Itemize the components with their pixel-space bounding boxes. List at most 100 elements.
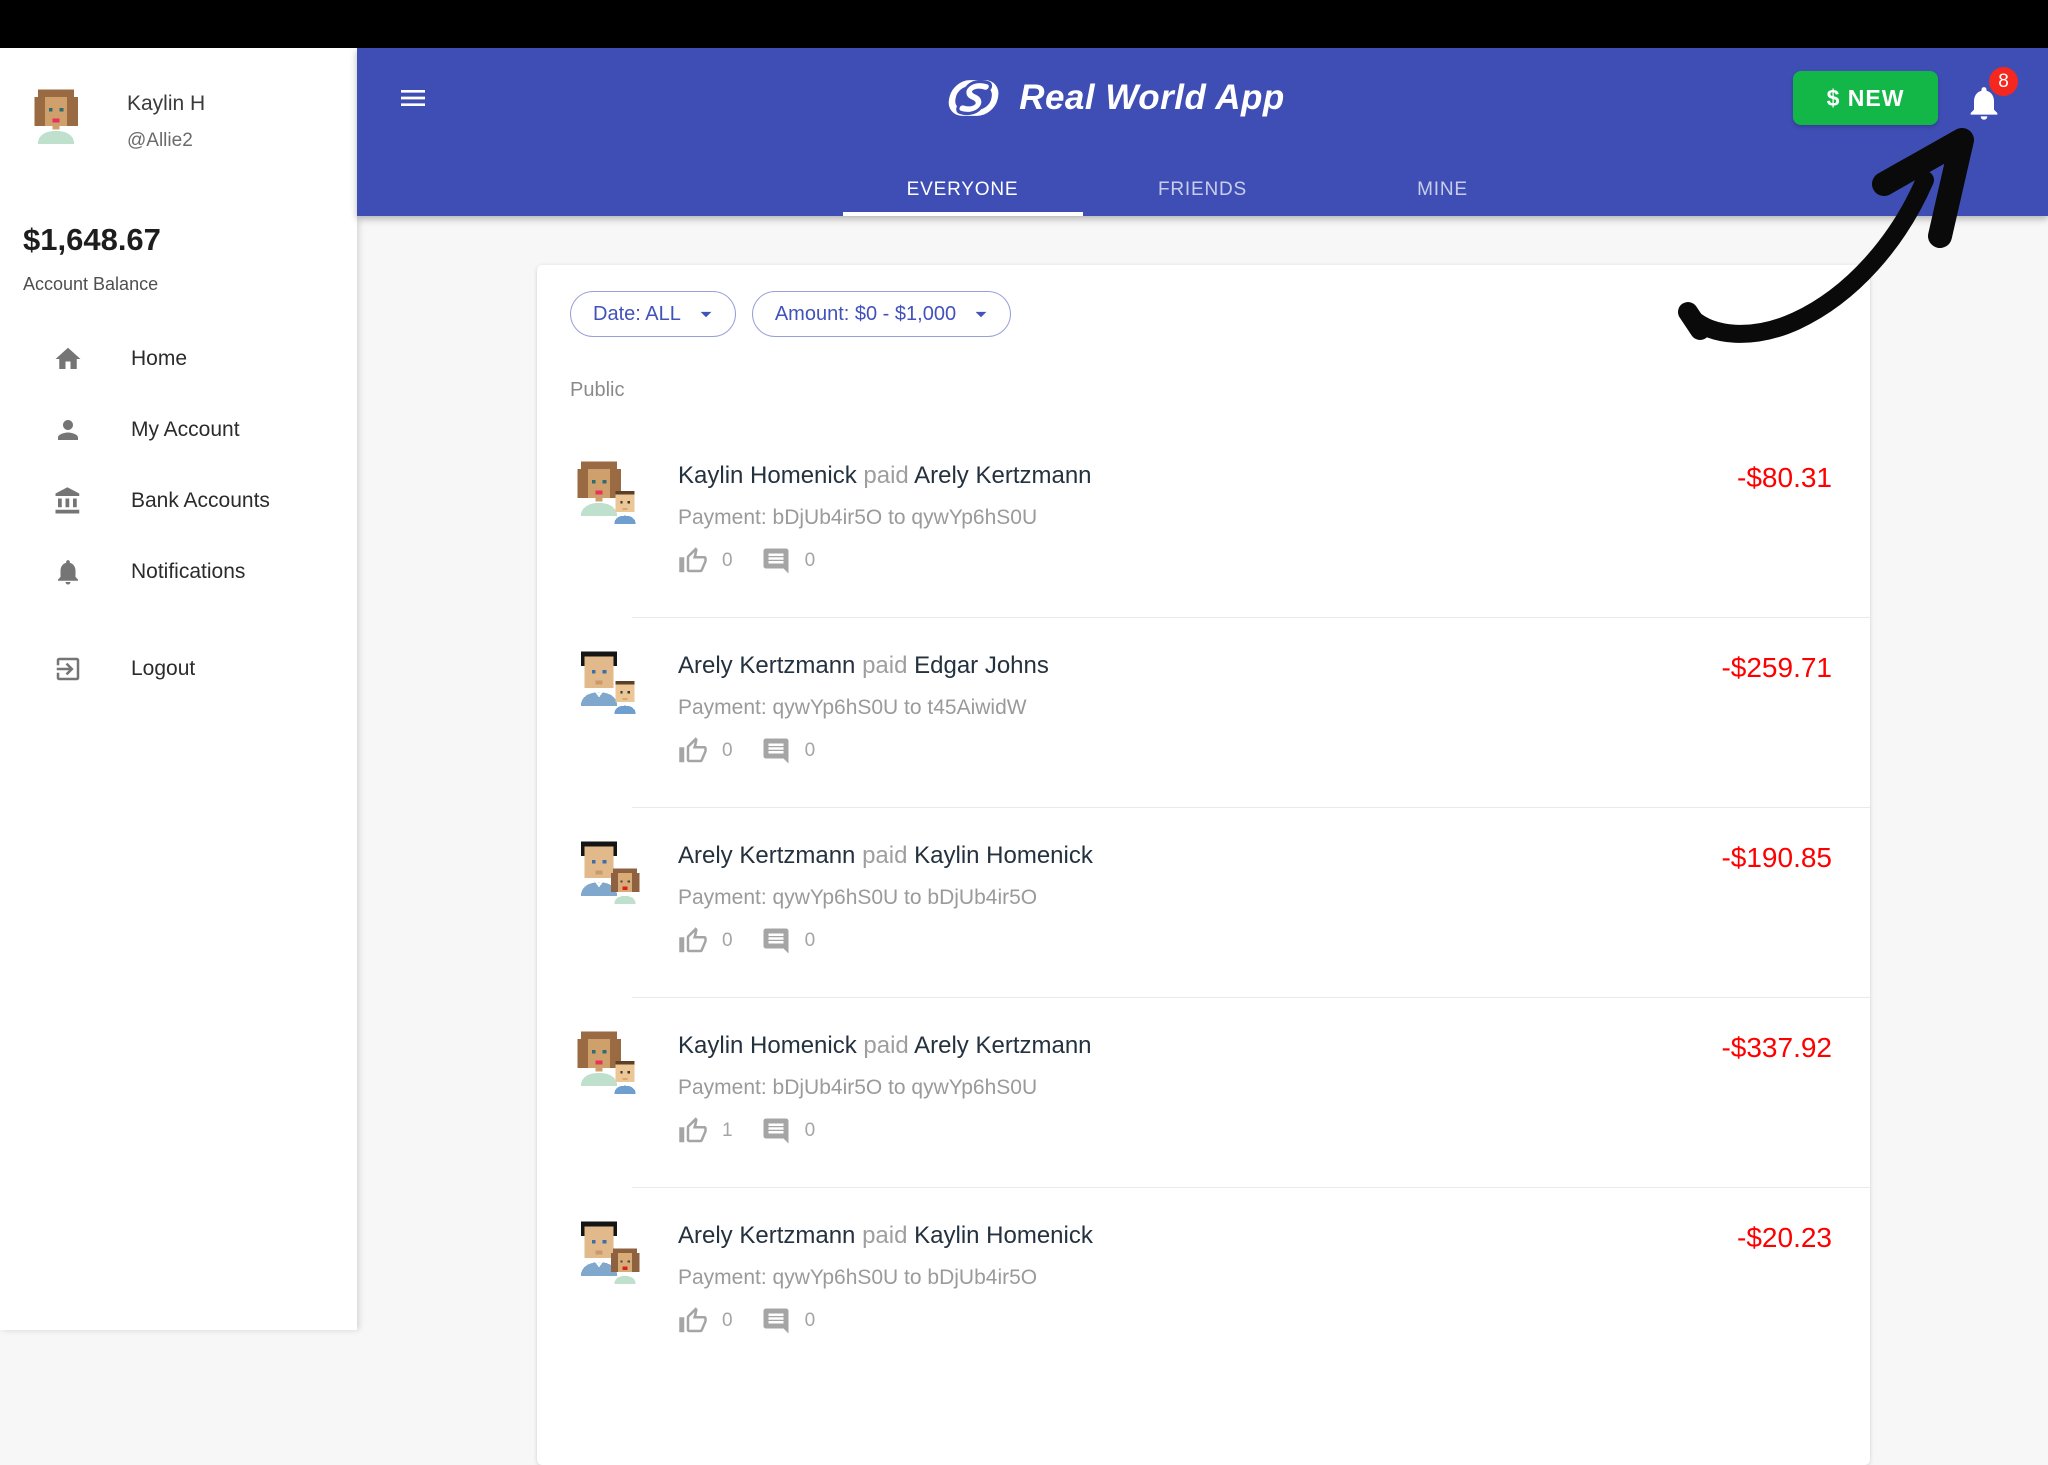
receiver-avatar: [606, 866, 644, 904]
receiver-avatar: [606, 1056, 644, 1094]
action-label: paid: [863, 1032, 909, 1059]
transaction-meta: 0 0: [678, 736, 1592, 766]
date-filter-chip[interactable]: Date: ALL: [570, 291, 736, 337]
transaction-description: Payment: qywYp6hS0U to bDjUb4ir5O: [678, 886, 1038, 909]
transaction-title: Kaylin Homenick paid Arely Kertzmann: [678, 462, 1592, 490]
sidebar: Kaylin H @Allie2 $1,648.67 Account Balan…: [0, 48, 357, 1330]
tab-friends[interactable]: FRIENDS: [1083, 164, 1323, 216]
menu-icon: [401, 90, 425, 106]
comment-icon[interactable]: [761, 1116, 791, 1146]
transactions-card: Date: ALL Amount: $0 - $1,000 Public Kay…: [537, 265, 1870, 1465]
action-label: paid: [862, 652, 908, 679]
sidebar-item-my-account[interactable]: My Account: [0, 394, 357, 465]
sidebar-item-label: Bank Accounts: [131, 488, 270, 512]
transaction-row[interactable]: Kaylin Homenick paid Arely Kertzmann Pay…: [537, 998, 1870, 1187]
brand: Real World App: [429, 75, 1793, 121]
app-header: Real World App $ NEW 8 EVERYONE FRIENDS …: [357, 48, 2048, 216]
comment-icon[interactable]: [761, 546, 791, 576]
amount-filter-label: Amount: $0 - $1,000: [774, 302, 957, 325]
transaction-amount: -$20.23: [1737, 1222, 1832, 1253]
like-count: 0: [722, 930, 733, 951]
sender-name: Arely Kertzmann: [678, 842, 856, 869]
logout-icon: [56, 657, 80, 680]
like-icon[interactable]: [678, 1116, 708, 1146]
user-avatar: [27, 86, 85, 144]
main-area: Real World App $ NEW 8 EVERYONE FRIENDS …: [357, 48, 2048, 1465]
home-icon: [55, 347, 81, 369]
notification-count-badge: 8: [1989, 67, 2018, 96]
avatar-group: [570, 838, 678, 997]
transaction-list: Kaylin Homenick paid Arely Kertzmann Pay…: [537, 428, 1870, 1377]
avatar-group: [570, 458, 678, 617]
nav-gap: [0, 607, 357, 633]
sender-name: Kaylin Homenick: [678, 462, 857, 489]
sender-name: Arely Kertzmann: [678, 652, 856, 679]
sidebar-item-home[interactable]: Home: [0, 323, 357, 394]
transaction-row[interactable]: Arely Kertzmann paid Kaylin Homenick Pay…: [537, 808, 1870, 997]
comment-count: 0: [804, 740, 816, 761]
transaction-meta: 1 0: [678, 1116, 1592, 1146]
action-label: paid: [863, 462, 909, 489]
comment-icon[interactable]: [761, 736, 791, 766]
bell-icon: [58, 559, 78, 584]
top-black-bar: [0, 0, 2048, 48]
sidebar-item-notifications[interactable]: Notifications: [0, 536, 357, 607]
avatar-group: [570, 1028, 678, 1187]
like-icon[interactable]: [678, 1306, 708, 1336]
bank-icon: [55, 486, 80, 513]
sidebar-item-label: Home: [131, 346, 188, 370]
like-icon[interactable]: [678, 546, 708, 576]
notifications-bell-button[interactable]: 8: [1964, 67, 2018, 123]
transaction-amount: -$80.31: [1737, 462, 1832, 493]
hamburger-menu-button[interactable]: [397, 82, 429, 114]
like-count: 0: [722, 1310, 733, 1331]
person-icon: [58, 419, 78, 440]
user-handle: @Allie2: [127, 130, 193, 151]
like-count: 0: [722, 550, 733, 571]
sidebar-item-bank-accounts[interactable]: Bank Accounts: [0, 465, 357, 536]
transaction-row[interactable]: Arely Kertzmann paid Edgar Johns Payment…: [537, 618, 1870, 807]
tab-mine[interactable]: MINE: [1323, 164, 1563, 216]
transaction-amount: -$259.71: [1721, 652, 1832, 683]
transaction-row[interactable]: Kaylin Homenick paid Arely Kertzmann Pay…: [537, 428, 1870, 617]
comment-count: 0: [804, 930, 816, 951]
filters-row: Date: ALL Amount: $0 - $1,000: [537, 265, 1870, 337]
feed-tabs: EVERYONE FRIENDS MINE: [357, 148, 2048, 216]
transaction-description: Payment: bDjUb4ir5O to qywYp6hS0U: [678, 1076, 1038, 1099]
transaction-title: Kaylin Homenick paid Arely Kertzmann: [678, 1032, 1592, 1060]
sidebar-item-label: My Account: [131, 417, 240, 441]
transaction-meta: 0 0: [678, 1306, 1592, 1336]
transaction-amount: -$337.92: [1721, 1032, 1832, 1063]
receiver-avatar: [606, 676, 644, 714]
transaction-title: Arely Kertzmann paid Edgar Johns: [678, 652, 1592, 680]
transaction-description: Payment: bDjUb4ir5O to qywYp6hS0U: [678, 506, 1038, 529]
avatar-group: [570, 1218, 678, 1377]
account-balance-amount: $1,648.67: [23, 222, 161, 257]
header-actions: $ NEW 8: [1793, 67, 2018, 125]
sender-name: Arely Kertzmann: [678, 1222, 856, 1249]
like-count: 1: [722, 1120, 733, 1141]
sidebar-item-logout[interactable]: Logout: [0, 633, 357, 704]
user-block: Kaylin H @Allie2: [0, 48, 357, 152]
chevron-down-icon: [700, 311, 712, 318]
user-name: Kaylin H: [127, 92, 206, 115]
sidebar-nav: Home My Account Bank Accounts Notificati…: [0, 323, 357, 704]
like-icon[interactable]: [678, 736, 708, 766]
transaction-title: Arely Kertzmann paid Kaylin Homenick: [678, 1222, 1592, 1250]
action-label: paid: [862, 842, 908, 869]
receiver-name: Kaylin Homenick: [914, 1222, 1093, 1249]
feed-section-label: Public: [570, 379, 625, 401]
comment-icon[interactable]: [761, 1306, 791, 1336]
transaction-row[interactable]: Arely Kertzmann paid Kaylin Homenick Pay…: [537, 1188, 1870, 1377]
receiver-name: Arely Kertzmann: [914, 462, 1092, 489]
receiver-name: Edgar Johns: [914, 652, 1049, 679]
comment-icon[interactable]: [761, 926, 791, 956]
like-count: 0: [722, 740, 733, 761]
amount-filter-chip[interactable]: Amount: $0 - $1,000: [751, 291, 1012, 337]
new-transaction-button[interactable]: $ NEW: [1793, 71, 1938, 125]
chevron-down-icon: [975, 311, 987, 318]
like-icon[interactable]: [678, 926, 708, 956]
tab-everyone[interactable]: EVERYONE: [842, 164, 1083, 216]
transaction-description: Payment: qywYp6hS0U to bDjUb4ir5O: [678, 1266, 1038, 1289]
app-title: Real World App: [1019, 78, 1285, 117]
